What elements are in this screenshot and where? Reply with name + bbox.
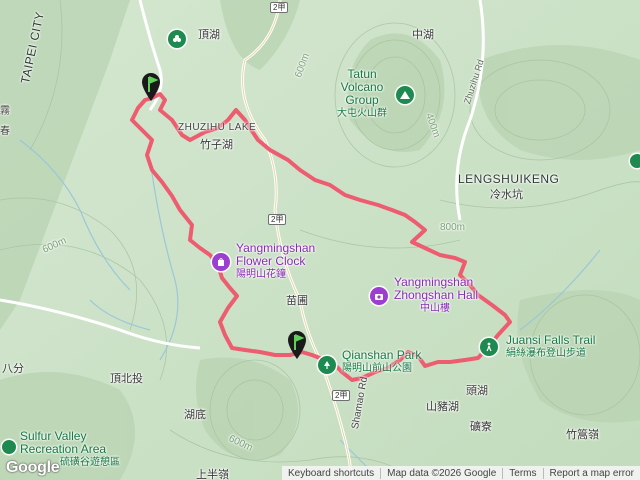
- map-data-text: Map data ©2026 Google: [380, 467, 502, 479]
- poi-label-qianshan-park: Qianshan Park 陽明山前山公園: [342, 348, 422, 375]
- map-view[interactable]: 2甲 2甲 2甲 600m 400m 800m 600m 600m 頂湖 中湖 …: [0, 0, 640, 480]
- route-start-marker[interactable]: [141, 72, 161, 102]
- keyboard-shortcuts-link[interactable]: Keyboard shortcuts: [282, 468, 380, 479]
- flower-icon[interactable]: [168, 30, 186, 48]
- place-label-dingbeitou: 頂北投: [110, 373, 143, 385]
- place-label-bafen: 八分: [2, 363, 24, 375]
- poi-label-zhongshan-hall: Yangmingshan Zhongshan Hall 中山樓: [394, 275, 479, 315]
- place-label-left-1: 霧: [0, 106, 10, 117]
- attribution-bar: Keyboard shortcuts Map data ©2026 Google…: [281, 466, 640, 480]
- road-shield-2jia: 2甲: [270, 2, 289, 13]
- place-label-zhuzihu-zh: 竹子湖: [200, 139, 233, 151]
- place-label-lengshuikeng: LENGSHUIKENG: [458, 172, 560, 186]
- poi-label-juansi-falls: Juansi Falls Trail 絹絲瀑布登山步道: [506, 333, 596, 360]
- place-label-hudi: 湖底: [184, 409, 206, 421]
- shopping-icon[interactable]: [212, 253, 230, 271]
- terrain-layer: [0, 0, 640, 480]
- place-label-shanzhuhu: 山豬湖: [426, 401, 459, 413]
- park-icon[interactable]: [318, 356, 336, 374]
- hiking-icon[interactable]: [480, 338, 498, 356]
- poi-label-tatun-volcano-group: Tatun Volcano Group 大屯火山群: [337, 67, 387, 120]
- recreation-icon[interactable]: [2, 440, 16, 454]
- place-label-zhuzihu-lake: ZHUZIHU LAKE: [178, 122, 257, 133]
- place-label-shangbanling: 上半嶺: [196, 469, 229, 480]
- poi-label-flower-clock: Yangmingshan Flower Clock 陽明山花鐘: [236, 241, 316, 281]
- place-label-dinghu: 頂湖: [198, 29, 220, 41]
- place-label-zhonghu: 中湖: [412, 29, 434, 41]
- place-label-miaopu: 苗圃: [286, 295, 308, 307]
- place-label-toutian: 頭湖: [466, 385, 488, 397]
- road-shield-2jia: 2甲: [332, 390, 351, 401]
- contour-label: 800m: [440, 222, 466, 233]
- route-end-marker[interactable]: [287, 330, 307, 360]
- terms-link[interactable]: Terms: [502, 467, 542, 479]
- camera-icon[interactable]: [370, 287, 388, 305]
- place-label-left-2: 春: [0, 126, 10, 137]
- mountain-icon[interactable]: [396, 86, 414, 104]
- place-label-zhuzailing: 竹篙嶺: [566, 429, 599, 441]
- place-label-kuangliao: 礦寮: [470, 421, 492, 433]
- poi-icon[interactable]: [630, 154, 640, 168]
- road-shield-2jia: 2甲: [268, 214, 287, 225]
- google-logo[interactable]: Google: [6, 459, 60, 477]
- place-label-lengshuikeng-zh: 冷水坑: [490, 189, 523, 201]
- report-map-error-link[interactable]: Report a map error: [542, 467, 640, 479]
